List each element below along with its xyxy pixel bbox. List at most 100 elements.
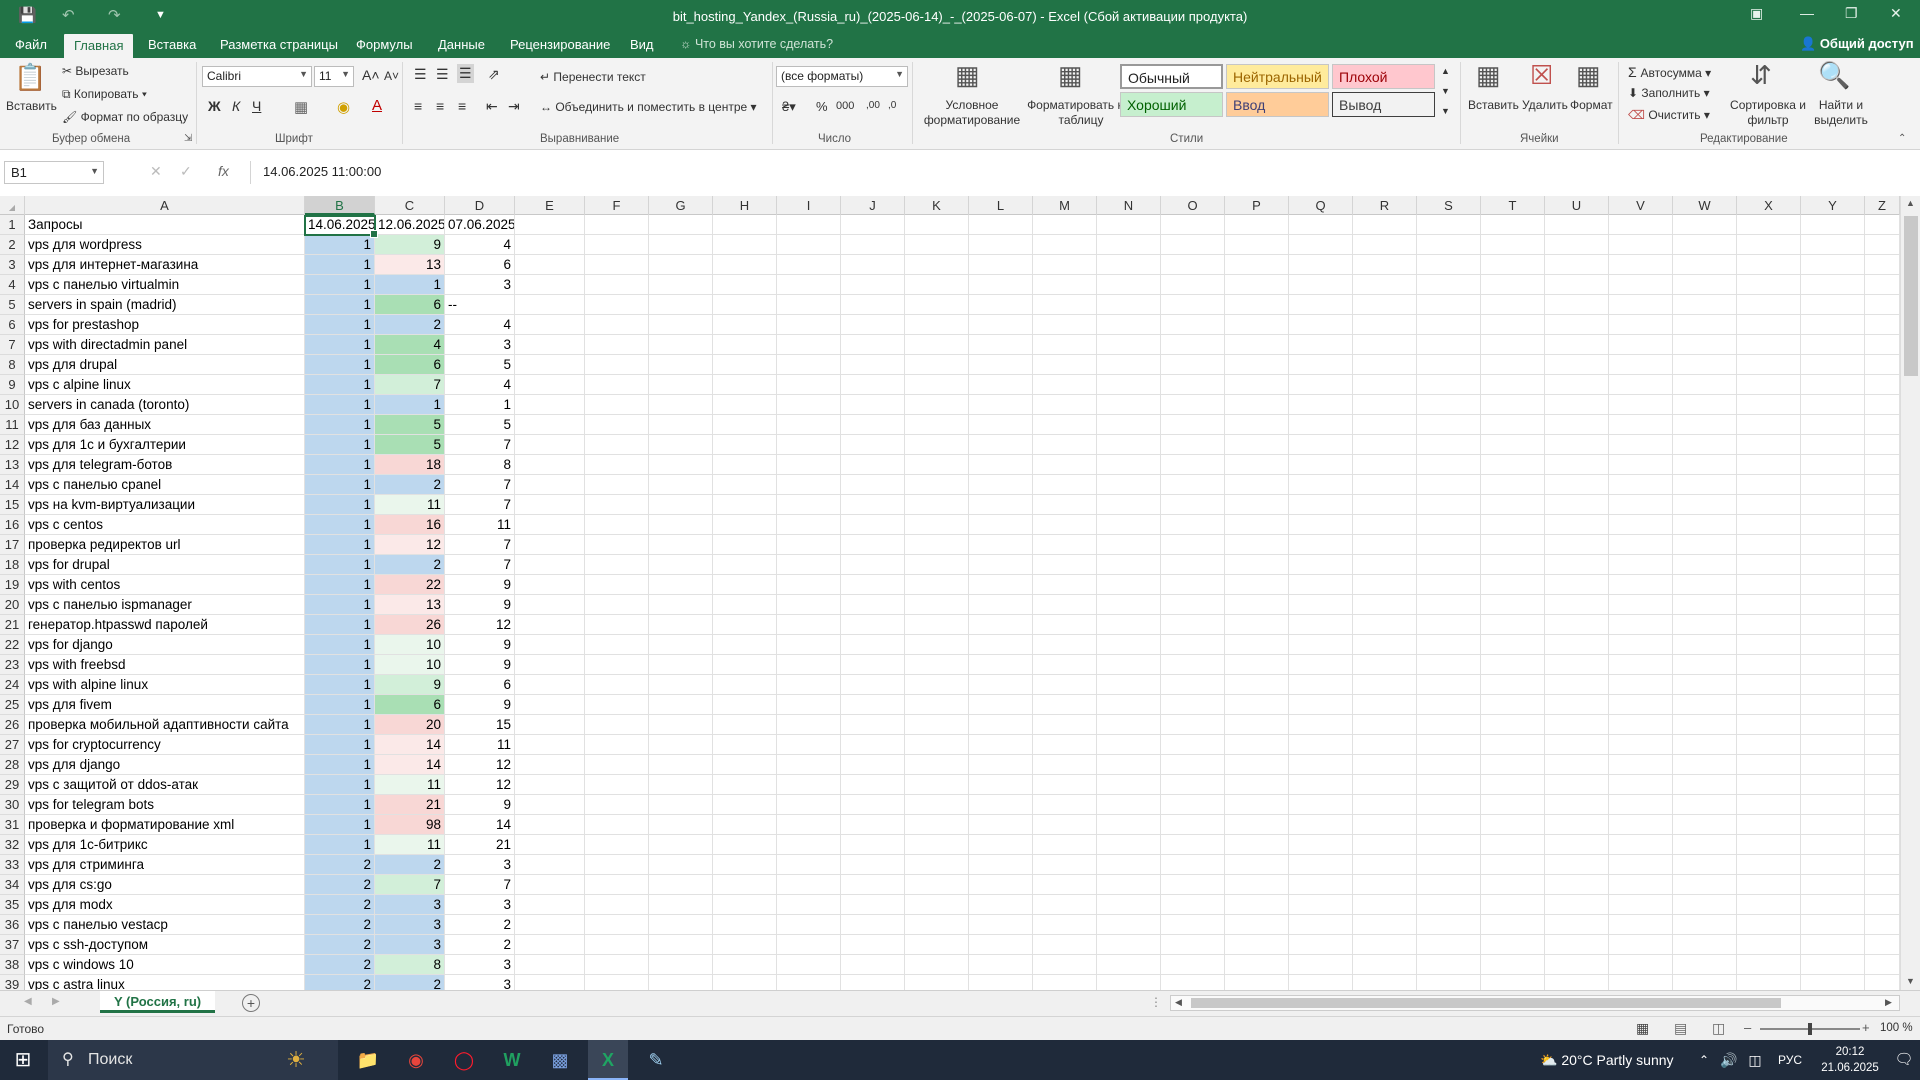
empty-cell[interactable] bbox=[1417, 375, 1481, 395]
empty-cell[interactable] bbox=[515, 575, 585, 595]
empty-cell[interactable] bbox=[905, 655, 969, 675]
empty-cell[interactable] bbox=[515, 935, 585, 955]
empty-cell[interactable] bbox=[1545, 495, 1609, 515]
empty-cell[interactable] bbox=[1225, 455, 1289, 475]
empty-cell[interactable] bbox=[1609, 475, 1673, 495]
empty-cell[interactable] bbox=[777, 595, 841, 615]
empty-cell[interactable] bbox=[1161, 415, 1225, 435]
empty-cell[interactable] bbox=[1033, 975, 1097, 990]
empty-cell[interactable] bbox=[1673, 375, 1737, 395]
empty-cell[interactable] bbox=[1673, 395, 1737, 415]
empty-cell[interactable] bbox=[777, 755, 841, 775]
align-top-icon[interactable]: ☰ bbox=[414, 66, 427, 83]
empty-cell[interactable] bbox=[585, 455, 649, 475]
row-header[interactable]: 34 bbox=[0, 875, 25, 895]
empty-cell[interactable] bbox=[1225, 475, 1289, 495]
empty-cell[interactable] bbox=[1545, 295, 1609, 315]
empty-cell[interactable] bbox=[1225, 975, 1289, 990]
empty-cell[interactable] bbox=[1673, 335, 1737, 355]
empty-cell[interactable] bbox=[841, 355, 905, 375]
empty-cell[interactable] bbox=[1545, 235, 1609, 255]
styles-more-icon[interactable]: ▼ bbox=[1441, 106, 1450, 116]
empty-cell[interactable] bbox=[1225, 955, 1289, 975]
empty-cell[interactable] bbox=[1737, 515, 1801, 535]
empty-cell[interactable] bbox=[841, 375, 905, 395]
empty-cell[interactable] bbox=[905, 675, 969, 695]
query-cell[interactable]: vps для django bbox=[25, 755, 305, 775]
empty-cell[interactable] bbox=[1161, 275, 1225, 295]
empty-cell[interactable] bbox=[1801, 255, 1865, 275]
empty-cell[interactable] bbox=[1353, 955, 1417, 975]
empty-cell[interactable] bbox=[1033, 595, 1097, 615]
empty-cell[interactable] bbox=[515, 975, 585, 990]
empty-cell[interactable] bbox=[1545, 375, 1609, 395]
currency-format-icon[interactable]: ₴▾ bbox=[782, 99, 796, 115]
conditional-formatting-icon[interactable]: ▦ bbox=[955, 60, 980, 91]
empty-cell[interactable] bbox=[1737, 415, 1801, 435]
tray-chevron-icon[interactable]: ⌃ bbox=[1694, 1040, 1714, 1080]
empty-cell[interactable] bbox=[1673, 715, 1737, 735]
empty-cell[interactable] bbox=[905, 595, 969, 615]
empty-cell[interactable] bbox=[1865, 655, 1900, 675]
empty-cell[interactable] bbox=[713, 595, 777, 615]
empty-cell[interactable] bbox=[1673, 775, 1737, 795]
empty-cell[interactable] bbox=[515, 355, 585, 375]
empty-cell[interactable] bbox=[1865, 775, 1900, 795]
empty-cell[interactable] bbox=[1801, 775, 1865, 795]
empty-cell[interactable] bbox=[1225, 275, 1289, 295]
empty-cell[interactable] bbox=[777, 775, 841, 795]
empty-cell[interactable] bbox=[841, 875, 905, 895]
empty-cell[interactable] bbox=[1481, 235, 1545, 255]
sheet-tab-active[interactable]: Y (Россия, ru) bbox=[100, 991, 216, 1013]
value-cell[interactable]: 21 bbox=[375, 795, 445, 815]
empty-cell[interactable] bbox=[1289, 475, 1353, 495]
empty-cell[interactable] bbox=[1609, 295, 1673, 315]
empty-cell[interactable] bbox=[1033, 255, 1097, 275]
empty-cell[interactable] bbox=[1161, 215, 1225, 235]
empty-cell[interactable] bbox=[969, 255, 1033, 275]
empty-cell[interactable] bbox=[1737, 495, 1801, 515]
empty-cell[interactable] bbox=[1481, 775, 1545, 795]
empty-cell[interactable] bbox=[515, 695, 585, 715]
empty-cell[interactable] bbox=[1289, 495, 1353, 515]
empty-cell[interactable] bbox=[1033, 355, 1097, 375]
row-header[interactable]: 3 bbox=[0, 255, 25, 275]
row-header[interactable]: 23 bbox=[0, 655, 25, 675]
format-as-table-icon[interactable]: ▦ bbox=[1058, 60, 1083, 91]
empty-cell[interactable] bbox=[1545, 575, 1609, 595]
empty-cell[interactable] bbox=[1097, 315, 1161, 335]
empty-cell[interactable] bbox=[1865, 475, 1900, 495]
column-header-f[interactable]: F bbox=[585, 196, 649, 215]
empty-cell[interactable] bbox=[969, 415, 1033, 435]
value-cell[interactable]: 20 bbox=[375, 715, 445, 735]
empty-cell[interactable] bbox=[969, 635, 1033, 655]
value-cell[interactable]: 3 bbox=[375, 915, 445, 935]
empty-cell[interactable] bbox=[1801, 395, 1865, 415]
empty-cell[interactable] bbox=[1865, 535, 1900, 555]
empty-cell[interactable] bbox=[1481, 295, 1545, 315]
empty-cell[interactable] bbox=[1417, 935, 1481, 955]
empty-cell[interactable] bbox=[1609, 535, 1673, 555]
empty-cell[interactable] bbox=[1481, 415, 1545, 435]
empty-cell[interactable] bbox=[1097, 655, 1161, 675]
windows-start-icon[interactable]: ⊞ bbox=[0, 1040, 46, 1080]
empty-cell[interactable] bbox=[1801, 435, 1865, 455]
fill-color-icon[interactable]: ◉ bbox=[337, 98, 350, 116]
empty-cell[interactable] bbox=[1417, 475, 1481, 495]
empty-cell[interactable] bbox=[649, 795, 713, 815]
empty-cell[interactable] bbox=[1097, 935, 1161, 955]
zoom-in-icon[interactable]: + bbox=[1862, 1020, 1870, 1035]
empty-cell[interactable] bbox=[1161, 255, 1225, 275]
empty-cell[interactable] bbox=[777, 835, 841, 855]
empty-cell[interactable] bbox=[1353, 655, 1417, 675]
orientation-icon[interactable]: ⇗ bbox=[488, 66, 500, 83]
empty-cell[interactable] bbox=[1481, 375, 1545, 395]
empty-cell[interactable] bbox=[969, 475, 1033, 495]
insert-function-button[interactable]: fx bbox=[218, 163, 229, 179]
empty-cell[interactable] bbox=[841, 335, 905, 355]
empty-cell[interactable] bbox=[1545, 815, 1609, 835]
value-cell[interactable]: 1 bbox=[305, 755, 375, 775]
empty-cell[interactable] bbox=[1673, 235, 1737, 255]
decrease-indent-icon[interactable]: ⇤ bbox=[486, 98, 498, 115]
empty-cell[interactable] bbox=[1097, 615, 1161, 635]
